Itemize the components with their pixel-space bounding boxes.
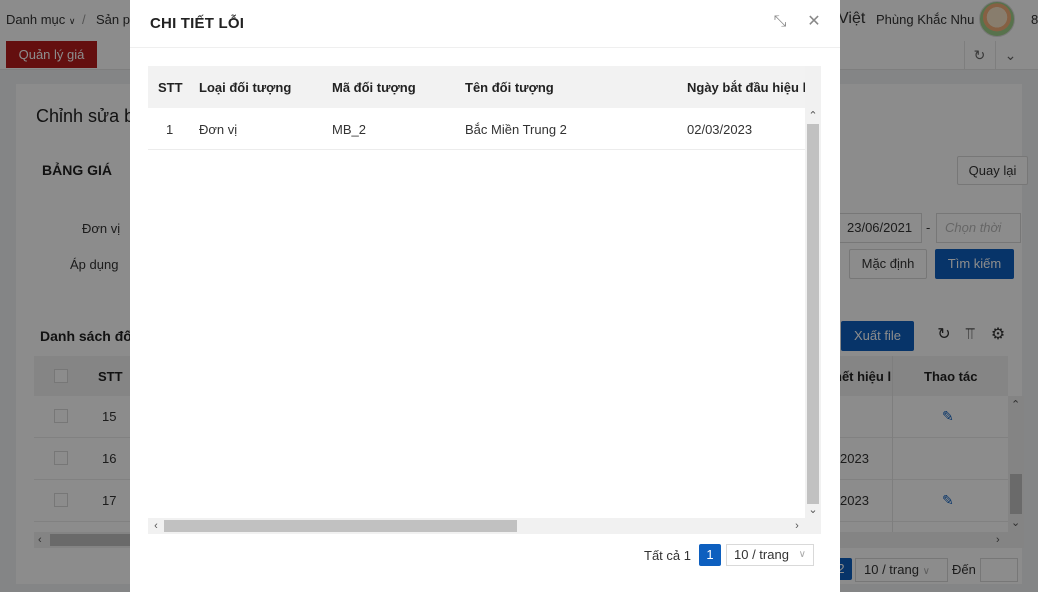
page-size-value: 10 / trang [734,547,789,562]
table-body: 1 Đơn vị MB_2 Bắc Miền Trung 2 02/03/202… [148,108,805,518]
scroll-down-arrow-icon[interactable]: ⌄ [805,502,821,518]
header-object-name: Tên đối tượng [465,80,554,95]
table-row[interactable]: 1 Đơn vị MB_2 Bắc Miền Trung 2 02/03/202… [148,108,805,150]
header-object-code: Mã đối tượng [332,80,416,95]
fullscreen-icon[interactable]: ⤡ [770,12,790,32]
scroll-up-arrow-icon[interactable]: ⌃ [805,108,821,124]
close-icon[interactable]: ✕ [804,12,824,32]
scroll-right-arrow-icon[interactable]: › [789,518,805,534]
scroll-left-arrow-icon[interactable]: ‹ [148,518,164,534]
table-header: STT Loại đối tượng Mã đối tượng Tên đối … [148,66,805,108]
horizontal-scrollbar[interactable]: ‹ › [148,518,821,534]
vertical-scrollbar[interactable]: ⌃ ⌄ [805,66,821,518]
vertical-scrollbar-thumb[interactable] [807,124,819,504]
pagination-current-page[interactable]: 1 [699,544,721,566]
cell-start-date: 02/03/2023 [687,122,753,137]
modal-title: CHI TIẾT LỖI [150,15,245,32]
cell-object-type: Đơn vị [199,122,238,137]
cell-stt: 1 [166,122,174,137]
header-start-date: Ngày bắt đầu hiệu l [687,80,805,95]
cell-object-code: MB_2 [332,122,366,137]
horizontal-scrollbar-thumb[interactable] [164,520,517,532]
header-stt: STT [158,80,183,95]
pagination-total: Tất cả 1 [644,548,691,563]
header-object-type: Loại đối tượng [199,80,292,95]
page-size-select[interactable]: 10 / trang ∨ [726,544,814,566]
modal-header: CHI TIẾT LỖI ⤡ ✕ [130,0,840,48]
cell-object-name: Bắc Miền Trung 2 [465,122,567,137]
error-detail-modal: CHI TIẾT LỖI ⤡ ✕ STT Loại đối tượng Mã đ… [130,0,840,592]
error-table: STT Loại đối tượng Mã đối tượng Tên đối … [148,66,821,534]
chevron-down-icon: ∨ [798,549,806,560]
